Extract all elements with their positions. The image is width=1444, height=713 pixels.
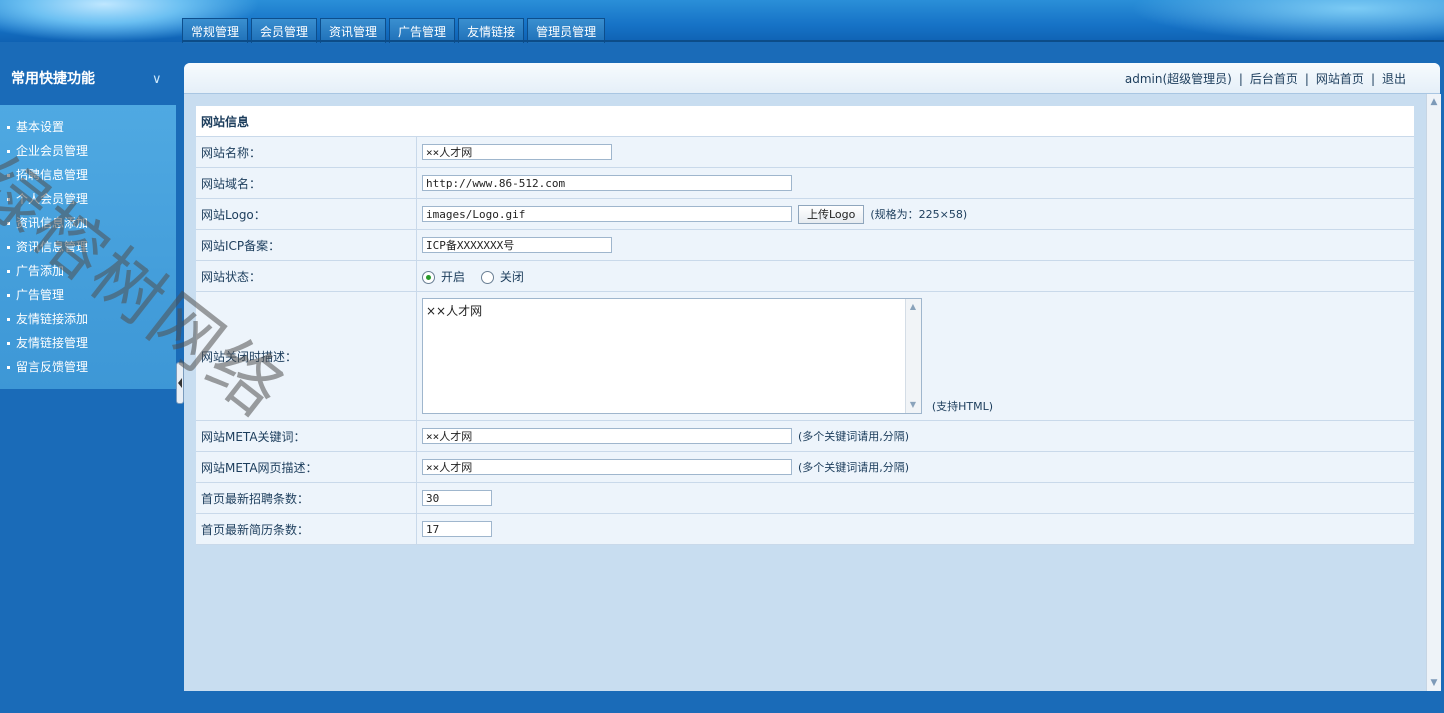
chevron-down-icon[interactable]: ∨	[152, 72, 162, 87]
collapse-arrow-icon	[178, 378, 182, 388]
icp-label: 网站ICP备案：	[196, 229, 417, 261]
sidebar-item-manage-news[interactable]: 资讯信息管理	[0, 235, 176, 259]
meta-desc-hint: (多个关键词请用,分隔)	[798, 460, 910, 474]
sidebar-item-personal-members[interactable]: 个人会员管理	[0, 187, 176, 211]
page-scrollbar[interactable]: ▲ ▼	[1426, 94, 1441, 691]
scroll-up-icon[interactable]: ▲	[908, 301, 918, 313]
close-desc-text: ××人才网	[426, 304, 483, 318]
separator: |	[1370, 72, 1375, 86]
sidebar: 常用快捷功能 ∨ 基本设置 企业会员管理 招聘信息管理 个人会员管理 资讯信息添…	[0, 42, 176, 713]
sidebar-item-company-members[interactable]: 企业会员管理	[0, 139, 176, 163]
scroll-down-icon[interactable]: ▼	[908, 399, 918, 411]
site-logo-input[interactable]	[422, 206, 792, 222]
separator: |	[1304, 72, 1309, 86]
main-header: admin(超级管理员) | 后台首页 | 网站首页 | 退出	[184, 63, 1440, 94]
meta-desc-input[interactable]	[422, 459, 792, 476]
sidebar-header: 常用快捷功能 ∨	[0, 62, 176, 115]
site-domain-label: 网站域名：	[196, 167, 417, 199]
banner-highlight-right	[1130, 0, 1444, 42]
meta-desc-label: 网站META网页描述：	[196, 451, 417, 483]
separator: |	[1238, 72, 1243, 86]
sidebar-menu: 基本设置 企业会员管理 招聘信息管理 个人会员管理 资讯信息添加 资讯信息管理 …	[0, 105, 176, 389]
sidebar-item-feedback[interactable]: 留言反馈管理	[0, 355, 176, 379]
resume-count-label: 首页最新简历条数：	[196, 513, 417, 545]
jobs-count-input[interactable]	[422, 490, 492, 506]
upload-logo-button[interactable]: 上传Logo	[798, 204, 865, 224]
admin-home-link[interactable]: 后台首页	[1250, 72, 1298, 86]
icp-input[interactable]	[422, 237, 612, 253]
status-off-label: 关闭	[499, 269, 524, 284]
site-name-label: 网站名称：	[196, 136, 417, 168]
sidebar-item-add-news[interactable]: 资讯信息添加	[0, 211, 176, 235]
html-support-hint: (支持HTML)	[931, 400, 994, 413]
meta-keywords-hint: (多个关键词请用,分隔)	[798, 429, 910, 443]
nav-divider	[182, 40, 1444, 42]
scroll-down-icon[interactable]: ▼	[1428, 676, 1440, 690]
textarea-scrollbar[interactable]: ▲ ▼	[905, 299, 921, 413]
site-name-input[interactable]	[422, 144, 612, 160]
site-domain-input[interactable]	[422, 175, 792, 191]
user-bar: admin(超级管理员) | 后台首页 | 网站首页 | 退出	[1125, 70, 1406, 87]
jobs-count-label: 首页最新招聘条数：	[196, 482, 417, 514]
form-caption: 网站信息	[196, 106, 1414, 137]
status-on-radio[interactable]	[422, 270, 435, 284]
site-info-form: 网站信息 网站名称： 网站域名： 网站Logo： 上传Logo (规格为：225×…	[196, 106, 1414, 545]
close-desc-label: 网站关闭时描述：	[196, 291, 417, 421]
sidebar-title: 常用快捷功能	[11, 71, 95, 87]
sidebar-item-manage-ads[interactable]: 广告管理	[0, 283, 176, 307]
meta-keywords-input[interactable]	[422, 428, 792, 445]
sidebar-item-manage-links[interactable]: 友情链接管理	[0, 331, 176, 355]
meta-keywords-label: 网站META关键词：	[196, 420, 417, 452]
site-home-link[interactable]: 网站首页	[1316, 72, 1364, 86]
scroll-up-icon[interactable]: ▲	[1428, 95, 1440, 109]
sidebar-item-add-link[interactable]: 友情链接添加	[0, 307, 176, 331]
resume-count-input[interactable]	[422, 521, 492, 537]
current-user: admin(超级管理员)	[1124, 72, 1232, 86]
close-desc-textarea[interactable]: ××人才网 ▲ ▼	[422, 298, 922, 414]
logo-size-hint: (规格为：225×58)	[870, 207, 968, 221]
site-status-label: 网站状态：	[196, 260, 417, 292]
sidebar-item-job-posts[interactable]: 招聘信息管理	[0, 163, 176, 187]
sidebar-item-basic-settings[interactable]: 基本设置	[0, 115, 176, 139]
sidebar-collapse-handle[interactable]	[176, 362, 184, 404]
sidebar-item-add-ad[interactable]: 广告添加	[0, 259, 176, 283]
site-logo-label: 网站Logo：	[196, 198, 417, 230]
main-nav: 常规管理 会员管理 资讯管理 广告管理 友情链接 管理员管理	[182, 18, 608, 43]
logout-link[interactable]: 退出	[1382, 72, 1406, 86]
status-on-label: 开启	[441, 269, 466, 284]
status-off-radio[interactable]	[480, 270, 494, 284]
